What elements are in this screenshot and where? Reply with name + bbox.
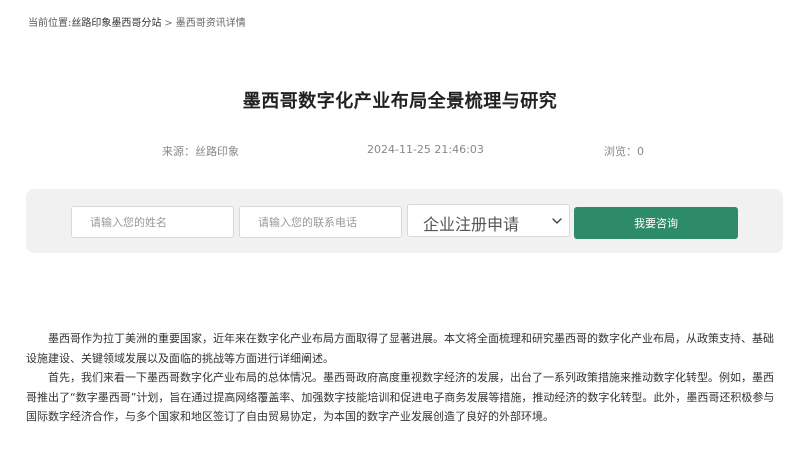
name-input[interactable] bbox=[71, 206, 234, 238]
breadcrumb-link-site[interactable]: 丝路印象墨西哥分站 bbox=[71, 18, 161, 29]
article-meta: 来源：丝路印象 2024-11-25 21:46:03 浏览：0 bbox=[0, 143, 800, 158]
article-source: 来源：丝路印象 bbox=[162, 145, 239, 158]
breadcrumb-separator: > bbox=[164, 18, 173, 29]
article-paragraph: 墨西哥作为拉丁美洲的重要国家，近年来在数字化产业布局方面取得了显著进展。本文将全… bbox=[26, 332, 774, 365]
breadcrumb-current: 墨西哥资讯详情 bbox=[175, 18, 246, 29]
page-title: 墨西哥数字化产业布局全景梳理与研究 bbox=[242, 91, 558, 112]
service-select[interactable]: 企业注册申请 bbox=[407, 204, 570, 237]
breadcrumb-prefix: 当前位置: bbox=[28, 18, 72, 29]
breadcrumb: 当前位置:丝路印象墨西哥分站 > 墨西哥资讯详情 bbox=[28, 14, 246, 29]
article-paragraph: 首先，我们来看一下墨西哥数字化产业布局的总体情况。墨西哥政府高度重视数字经济的发… bbox=[26, 371, 775, 423]
phone-input[interactable] bbox=[239, 206, 402, 238]
chevron-down-icon bbox=[552, 218, 562, 224]
article-date: 2024-11-25 21:46:03 bbox=[367, 143, 484, 156]
article-body: 墨西哥作为拉丁美洲的重要国家，近年来在数字化产业布局方面取得了显著进展。本文将全… bbox=[26, 329, 776, 427]
article-views: 浏览：0 bbox=[604, 145, 644, 158]
consult-form: 企业注册申请 我要咨询 bbox=[26, 189, 783, 253]
service-select-value: 企业注册申请 bbox=[423, 215, 520, 234]
consult-button[interactable]: 我要咨询 bbox=[574, 207, 738, 239]
